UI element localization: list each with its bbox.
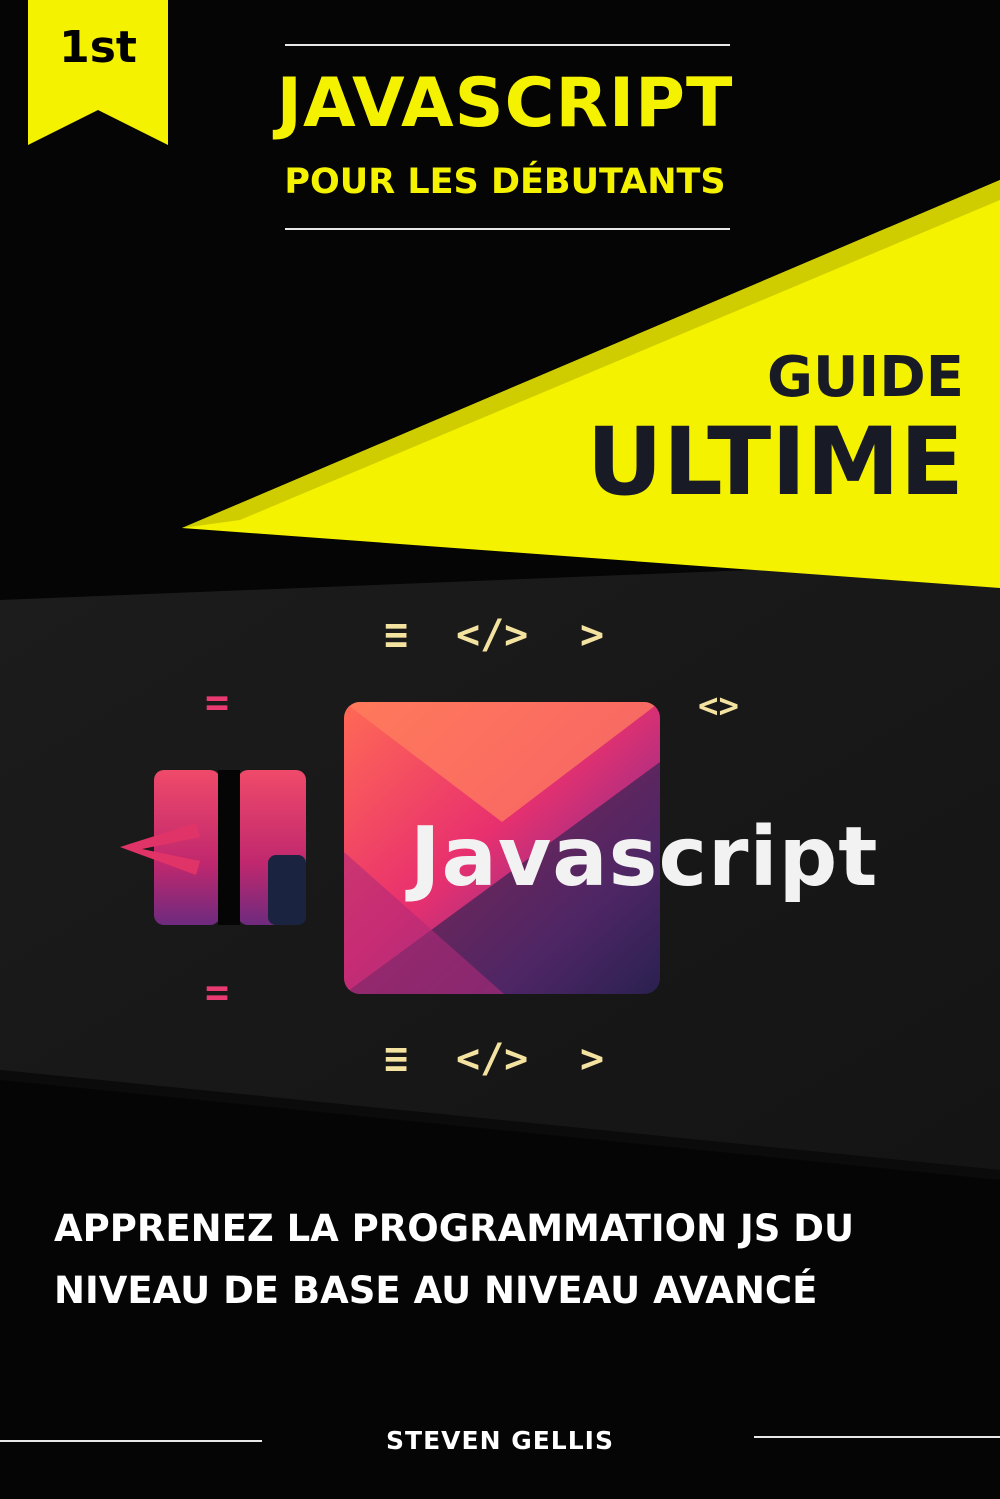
equals-glyph-bottom: = xyxy=(205,970,230,1016)
equals-glyph-top: = xyxy=(205,680,230,726)
chevron-glyph-top: > xyxy=(580,612,605,658)
angle-glyph-right: <> xyxy=(698,686,739,726)
tagline: APPRENEZ LA PROGRAMMATION JS DU NIVEAU D… xyxy=(54,1207,854,1312)
menu-glyph-top: ≡ xyxy=(384,612,409,658)
js-logo-icon xyxy=(120,770,306,925)
menu-glyph-bottom: ≡ xyxy=(384,1036,409,1082)
javascript-wordmark: Javascript xyxy=(410,810,879,905)
code-tag-glyph-bottom: </> xyxy=(456,1036,529,1082)
book-title: JAVASCRIPT xyxy=(276,64,734,143)
book-cover: 1st JAVASCRIPT POUR LES DÉBUTANTS GUIDE … xyxy=(0,0,1000,1499)
guide-label: GUIDE xyxy=(766,345,964,410)
badge-text: 1st xyxy=(59,22,137,73)
author-rule-left xyxy=(0,1440,262,1442)
title-rule-bottom xyxy=(285,228,730,230)
ultime-label: ULTIME xyxy=(586,408,964,517)
title-rule-top xyxy=(285,44,730,46)
author-name: STEVEN GELLIS xyxy=(386,1426,614,1455)
code-tag-glyph-top: </> xyxy=(456,612,529,658)
chevron-glyph-bottom: > xyxy=(580,1036,605,1082)
author-rule-right xyxy=(754,1436,1000,1438)
book-subtitle: POUR LES DÉBUTANTS xyxy=(284,162,726,202)
